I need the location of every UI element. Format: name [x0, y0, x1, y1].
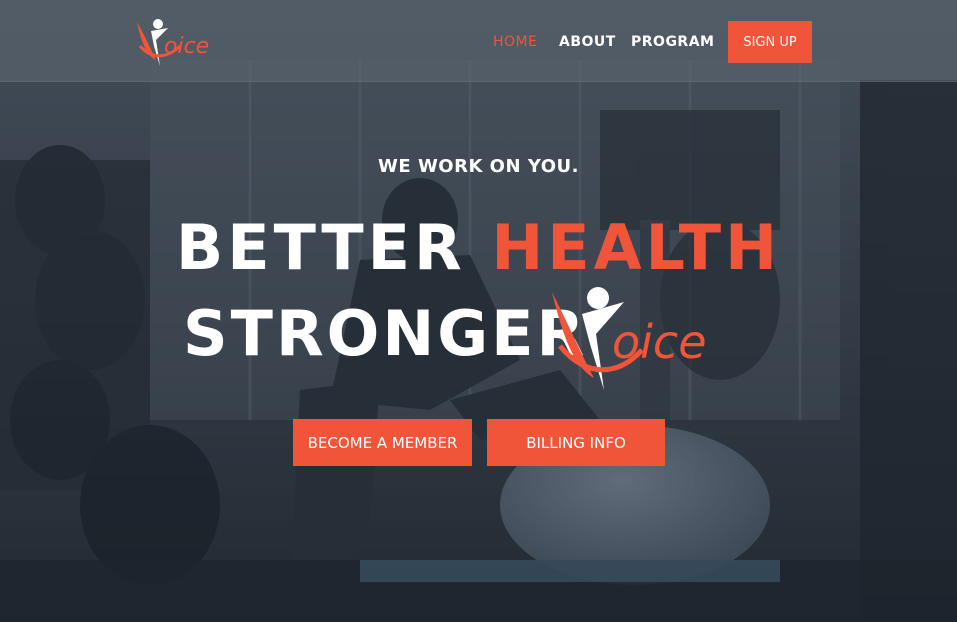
- top-navbar: oice HOME ABOUT PROGRAM SIGN UP: [0, 0, 957, 82]
- svg-text:oice: oice: [164, 34, 209, 59]
- become-member-button[interactable]: BECOME A MEMBER: [293, 419, 472, 466]
- hero-headline-line1: BETTER HEALTH: [0, 212, 957, 284]
- nav-home[interactable]: HOME: [493, 34, 537, 50]
- nav-about[interactable]: ABOUT: [559, 34, 616, 50]
- billing-info-button[interactable]: BILLING INFO: [487, 419, 665, 466]
- headline-health: HEALTH: [491, 211, 781, 284]
- hero-tagline: WE WORK ON YOU.: [378, 156, 579, 177]
- signup-button[interactable]: SIGN UP: [728, 21, 812, 63]
- headline-stronger: STRONGER: [183, 297, 588, 370]
- voice-logo[interactable]: oice: [134, 16, 224, 70]
- voice-logo-large: oice: [552, 287, 707, 390]
- headline-better: BETTER: [176, 211, 466, 284]
- svg-text:oice: oice: [612, 315, 707, 369]
- nav-program[interactable]: PROGRAM: [631, 34, 714, 50]
